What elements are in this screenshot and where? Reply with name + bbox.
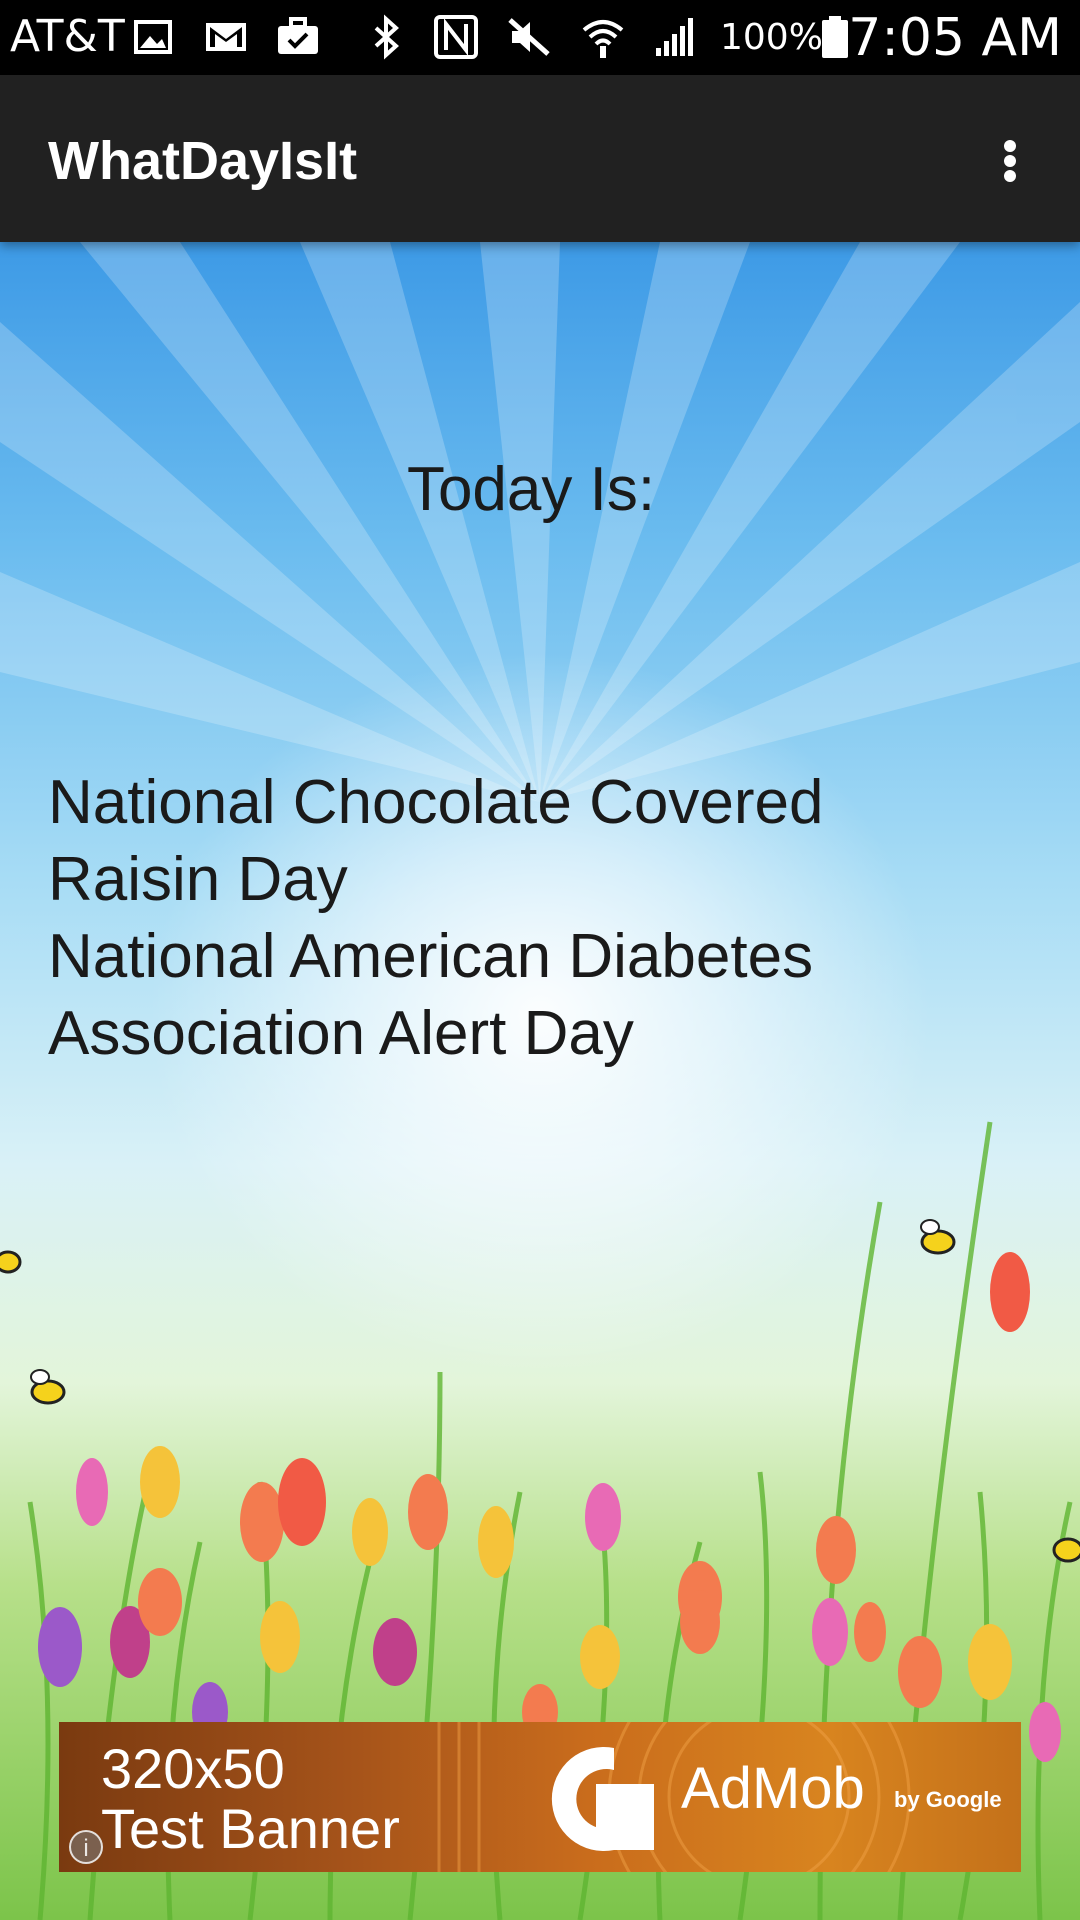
gmail-icon bbox=[206, 23, 246, 51]
day-list: National Chocolate Covered Raisin Day Na… bbox=[48, 764, 1008, 1072]
day-item: National American Diabetes Association A… bbox=[48, 922, 814, 1068]
main-content: Today Is: National Chocolate Covered Rai… bbox=[0, 242, 1080, 1920]
ad-brand: AdMob bbox=[681, 1756, 865, 1821]
bluetooth-icon bbox=[374, 14, 399, 60]
today-label: Today Is: bbox=[406, 455, 656, 524]
day-item: National Chocolate Covered Raisin Day bbox=[48, 768, 824, 914]
ad-banner[interactable]: 320x50 Test Banner AdMob by Google i bbox=[59, 1722, 1021, 1872]
battery-percent: 100% bbox=[720, 17, 823, 58]
ad-by-google: by Google bbox=[894, 1787, 1002, 1812]
carrier-label: AT&T bbox=[10, 11, 125, 62]
menu-dot bbox=[1004, 170, 1016, 182]
admob-logo-icon bbox=[551, 1747, 654, 1851]
ad-test-text: Test Banner bbox=[101, 1797, 400, 1860]
briefcase-icon bbox=[278, 17, 318, 54]
nfc-icon bbox=[434, 15, 478, 59]
ad-size-text: 320x50 bbox=[101, 1737, 285, 1800]
wifi-icon bbox=[582, 20, 624, 58]
image-icon bbox=[134, 20, 172, 54]
menu-dot bbox=[1004, 155, 1016, 167]
app-title: WhatDayIsIt bbox=[48, 131, 358, 191]
overflow-menu-icon[interactable] bbox=[985, 130, 1035, 190]
menu-dot bbox=[1004, 140, 1016, 152]
signal-icon bbox=[656, 18, 693, 56]
clock: 7:05 AM bbox=[848, 8, 1062, 68]
ad-info-icon[interactable]: i bbox=[69, 1830, 103, 1864]
mute-icon bbox=[508, 18, 550, 56]
app-bar: WhatDayIsIt bbox=[0, 75, 1080, 242]
status-bar: AT&T 100% 7:05 AM bbox=[0, 0, 1080, 75]
